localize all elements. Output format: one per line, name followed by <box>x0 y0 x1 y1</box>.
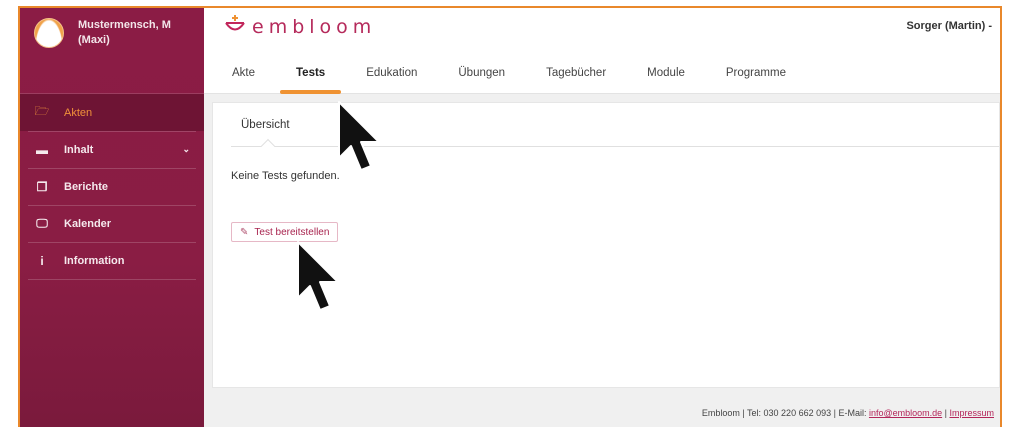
email-link[interactable]: info@embloom.de <box>869 408 942 418</box>
sidebar-nav: 🗁 Akten ▬ Inhalt ⌄ ❐ Berichte 🖵 Kalender… <box>20 94 204 279</box>
empty-message: Keine Tests gefunden. <box>231 170 340 182</box>
footer: Embloom | Tel: 030 220 662 093 | E-Mail:… <box>701 408 994 418</box>
app-window: Mustermensch, M (Maxi) 🗁 Akten ▬ Inhalt … <box>18 6 1002 427</box>
logo-text: embloom <box>252 15 377 38</box>
logo-mark-icon <box>224 14 246 39</box>
cursor-arrow-icon <box>338 101 380 171</box>
edit-icon: ✎ <box>240 226 249 238</box>
avatar <box>34 18 64 48</box>
current-user[interactable]: Sorger (Martin) - <box>906 20 992 32</box>
content-icon: ▬ <box>36 142 48 157</box>
tab-uebungen[interactable]: Übungen <box>446 60 517 94</box>
tab-edukation[interactable]: Edukation <box>354 60 429 94</box>
tab-programme[interactable]: Programme <box>714 60 798 94</box>
sidebar-item-label: Inhalt <box>64 143 94 156</box>
tab-tagebuecher[interactable]: Tagebücher <box>534 60 618 94</box>
tab-tests[interactable]: Tests <box>280 60 342 94</box>
sidebar-item-label: Kalender <box>64 217 112 230</box>
folder-icon: 🗁 <box>34 104 50 118</box>
divider <box>28 279 196 280</box>
subtab-indicator <box>260 138 276 154</box>
active-tab-indicator <box>280 90 342 94</box>
tab-module[interactable]: Module <box>635 60 697 94</box>
user-name: Mustermensch, M (Maxi) <box>78 19 171 46</box>
sidebar-item-inhalt[interactable]: ▬ Inhalt ⌄ <box>20 131 204 168</box>
provide-test-label: Test bereitstellen <box>254 226 330 238</box>
sidebar-item-akten[interactable]: 🗁 Akten <box>20 94 204 131</box>
sidebar-item-label: Berichte <box>64 180 109 193</box>
sidebar-item-berichte[interactable]: ❐ Berichte <box>20 168 204 205</box>
tab-akte[interactable]: Akte <box>220 60 267 94</box>
cursor-arrow-icon <box>297 241 339 311</box>
sidebar-item-information[interactable]: i Information <box>20 242 204 279</box>
impressum-link[interactable]: Impressum <box>949 408 994 418</box>
info-icon: i <box>40 253 44 268</box>
sidebar-item-label: Information <box>64 254 125 267</box>
chevron-down-icon: ⌄ <box>182 144 190 154</box>
reports-icon: ❐ <box>36 179 48 194</box>
sidebar: Mustermensch, M (Maxi) 🗁 Akten ▬ Inhalt … <box>20 8 204 427</box>
sidebar-item-kalender[interactable]: 🖵 Kalender <box>20 205 204 242</box>
subtab-uebersicht[interactable]: Übersicht <box>241 119 290 131</box>
provide-test-button[interactable]: ✎ Test bereitstellen <box>231 222 339 242</box>
top-header: embloom Sorger (Martin) - Akte Tests Edu… <box>204 8 1000 94</box>
user-profile[interactable]: Mustermensch, M (Maxi) <box>20 8 204 94</box>
logo[interactable]: embloom <box>224 14 376 39</box>
calendar-icon: 🖵 <box>36 216 48 230</box>
sidebar-item-label: Akten <box>64 106 93 119</box>
main-tabs: Akte Tests Edukation Übungen Tagebücher … <box>220 60 815 94</box>
